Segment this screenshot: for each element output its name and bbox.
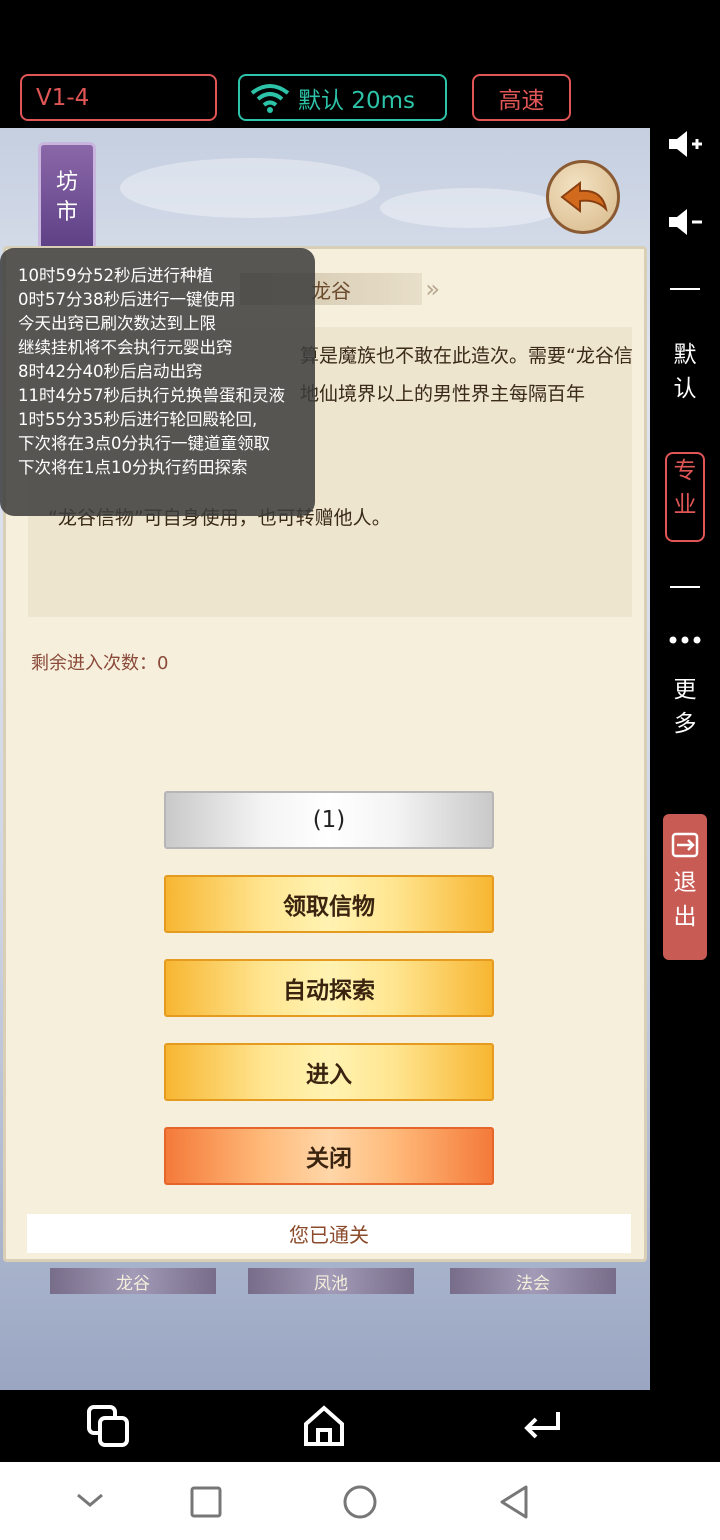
square-icon [190,1486,222,1518]
chevron-down-icon [77,1493,103,1507]
cloud-decoration [120,158,380,218]
more-button[interactable]: 更 多 [650,633,720,741]
market-label: 市 [55,200,78,225]
log-line: 8时42分40秒后启动出窍 [18,362,203,381]
multi-window-button[interactable] [84,1402,132,1450]
auto-explore-button[interactable]: 自动探索 [164,959,494,1017]
return-button[interactable] [518,1402,566,1450]
log-line: 今天出窍已刷次数达到上限 [18,314,216,333]
market-label: 坊 [55,170,78,195]
tab-label: 凤池 [314,1273,348,1294]
triangle-back-icon [500,1485,528,1519]
side-toolbar: 默 认 专 业 更 多 退 出 [650,128,720,1390]
volume-down-icon [669,209,702,235]
system-back-button[interactable] [494,1482,534,1522]
cleared-status: 您已通关 [27,1214,631,1253]
home-icon [304,1405,344,1446]
market-banner[interactable]: 坊 市 [38,142,96,254]
version-label: V1-4 [36,84,90,111]
claim-token-button[interactable]: 领取信物 [164,875,494,933]
more-label: 更 [673,677,697,703]
version-selector[interactable]: V1-4 [20,74,217,121]
log-line: 11时4分57秒后执行兑换兽蛋和灵液 [18,386,285,405]
default-label: 认 [673,376,697,402]
enter-label: 进入 [306,1062,352,1088]
log-line: 0时57分38秒后进行一键使用 [18,290,236,309]
pro-label: 专 [673,458,697,484]
network-label: 默认 20ms [298,87,415,114]
cloud-decoration [380,188,560,228]
speed-label: 高速 [498,87,545,114]
tab-phoenix-pool[interactable]: 凤池 [248,1268,414,1294]
tab-label: 龙谷 [116,1273,150,1294]
exit-label: 出 [673,904,697,930]
back-button[interactable] [546,160,620,234]
description-line: 地仙境界以上的男性界主每隔百年 [300,383,586,405]
top-bar: V1-4 默认 20ms 高速 [0,0,720,128]
close-label: 关闭 [306,1146,352,1172]
close-button[interactable]: 关闭 [164,1127,494,1185]
log-line: 下次将在3点0分执行一键道童领取 [18,434,270,453]
hide-keyboard-button[interactable] [72,1482,108,1518]
log-line: 下次将在1点10分执行药田探索 [18,458,248,477]
description-line: 算是魔族也不敢在此造次。需要“龙谷信 [300,345,633,367]
tab-label: 法会 [516,1273,550,1294]
pro-label: 业 [673,492,697,518]
count-button[interactable]: (1) [164,791,494,849]
circle-icon [343,1485,377,1519]
log-overlay: 10时59分52秒后进行种植 0时57分38秒后进行一键使用 今天出窍已刷次数达… [0,248,315,516]
volume-up-icon [669,131,702,157]
tab-dragon-valley[interactable]: 龙谷 [50,1268,216,1294]
claim-label: 领取信物 [283,894,375,920]
more-label: 多 [673,711,697,737]
speed-selector[interactable]: 高速 [472,74,571,121]
app-nav-bar [0,1390,720,1462]
log-line: 继续挂机将不会执行元婴出窍 [18,338,233,357]
return-arrow-icon [524,1412,560,1439]
exit-button[interactable]: 退 出 [663,814,707,960]
more-dots-icon [669,636,701,644]
exit-label: 退 [673,870,697,896]
recents-button[interactable] [186,1482,226,1522]
count-label: (1) [312,807,346,833]
system-home-button[interactable] [340,1482,380,1522]
default-label: 默 [673,342,697,368]
enter-button[interactable]: 进入 [164,1043,494,1101]
network-selector[interactable]: 默认 20ms [238,74,447,121]
log-line: 1时55分35秒后进行轮回殿轮回, [18,410,258,429]
volume-down-button[interactable] [650,206,720,240]
log-line: 10时59分52秒后进行种植 [18,266,213,285]
pro-mode-button[interactable]: 专 业 [665,452,705,542]
divider [670,288,700,290]
divider [670,586,700,588]
default-mode-button[interactable]: 默 认 [650,338,720,406]
exit-icon [671,832,699,858]
auto-explore-label: 自动探索 [283,978,375,1004]
system-nav-bar [0,1462,720,1540]
tab-dharma-assembly[interactable]: 法会 [450,1268,616,1294]
home-button[interactable] [300,1402,348,1450]
copy-windows-icon [87,1405,129,1447]
wifi-icon [250,83,290,113]
remaining-entries: 剩余进入次数：0 [31,653,169,674]
volume-up-button[interactable] [650,128,720,162]
back-arrow-icon [560,180,608,214]
